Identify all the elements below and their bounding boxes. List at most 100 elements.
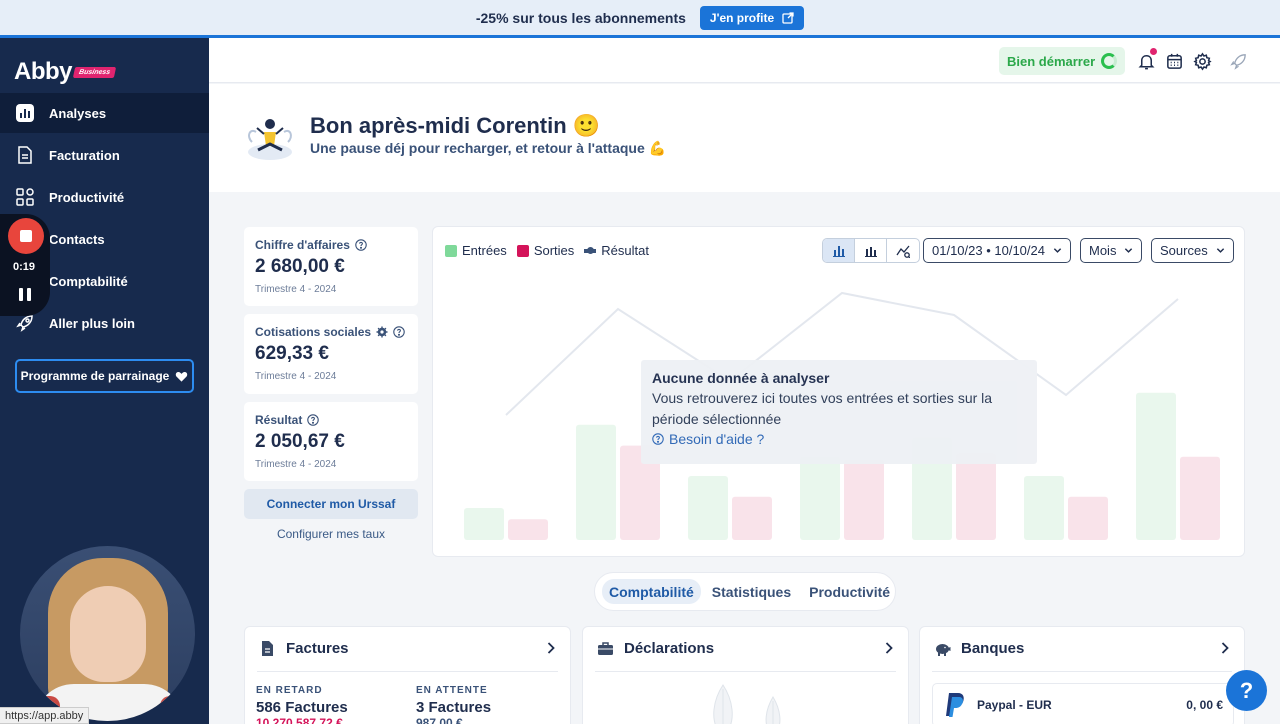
- meditation-illustration: [248, 119, 292, 160]
- bar-entrees: [800, 456, 840, 540]
- line-chart-view-button[interactable]: [887, 239, 919, 262]
- notification-dot: [1150, 48, 1157, 55]
- card-title: Banques: [961, 640, 1025, 657]
- declarations-card[interactable]: Déclarations: [582, 626, 909, 724]
- bar-entrees: [576, 424, 616, 540]
- pause-recording-button[interactable]: [17, 288, 33, 302]
- help-chat-button[interactable]: ?: [1226, 670, 1267, 711]
- connect-urssaf-button[interactable]: Connecter mon Urssaf: [244, 489, 418, 519]
- card-divider: [595, 671, 896, 672]
- chevron-right-icon: [885, 642, 893, 654]
- bar-chart-icon: [832, 245, 845, 257]
- paypal-icon: [946, 693, 964, 717]
- settings-button[interactable]: [1191, 50, 1213, 72]
- kpi-label: Résultat: [255, 413, 320, 427]
- chevron-down-icon: [1125, 248, 1133, 253]
- bar-chart-icon: [14, 102, 36, 124]
- referral-button[interactable]: Programme de parrainage: [15, 359, 194, 393]
- help-icon[interactable]: [307, 414, 320, 426]
- kpi-label-text: Chiffre d'affaires: [255, 238, 350, 252]
- help-icon[interactable]: [355, 239, 367, 251]
- gear-icon[interactable]: [376, 326, 388, 338]
- piggy-bank-icon: [936, 644, 951, 656]
- calendar-button[interactable]: [1163, 50, 1185, 72]
- bar-entrees: [464, 508, 504, 540]
- tab-statistiques[interactable]: Statistiques: [705, 579, 798, 604]
- empty-state-title: Aucune donnée à analyser: [652, 370, 830, 386]
- recording-widget: 0:19: [0, 214, 50, 316]
- help-link[interactable]: Besoin d'aide ?: [652, 431, 1026, 447]
- invoice-icon: [14, 144, 36, 166]
- legend-item-entrees[interactable]: Entrées: [445, 243, 507, 258]
- getting-started-button[interactable]: Bien démarrer: [999, 47, 1126, 75]
- legend-label: Résultat: [601, 243, 649, 258]
- sidebar-item-productivite[interactable]: Productivité: [0, 177, 209, 217]
- empty-state-text: Vous retrouverez ici toutes vos entrées …: [652, 390, 993, 427]
- help-icon: [652, 433, 664, 445]
- period-dropdown[interactable]: Mois: [1080, 238, 1143, 263]
- card-title: Factures: [286, 640, 349, 657]
- stacked-chart-view-button[interactable]: [855, 239, 887, 262]
- bar-entrees: [1136, 392, 1176, 540]
- kpi-card-social-contributions: Cotisations sociales 629,33 € Trimestre …: [244, 314, 418, 394]
- chart-legend: Entrées Sorties Résultat: [445, 243, 649, 258]
- kpi-label: Cotisations sociales: [255, 325, 405, 339]
- tab-productivite[interactable]: Productivité: [802, 579, 897, 604]
- top-bar: Bien démarrer: [209, 38, 1280, 83]
- date-range-value: 01/10/23 • 10/10/24: [932, 243, 1045, 258]
- late-count: 586 Factures: [256, 699, 348, 716]
- legend-label: Sorties: [533, 243, 575, 258]
- bank-account-row[interactable]: Paypal - EUR 0, 00 €: [932, 683, 1234, 724]
- bar-sorties: [1068, 496, 1108, 540]
- late-amount: 10 270 587,72 €: [256, 716, 343, 724]
- bar-sorties: [732, 496, 772, 540]
- banques-card[interactable]: Banques Paypal - EUR 0, 00 €: [919, 626, 1245, 724]
- tab-comptabilite[interactable]: Comptabilité: [602, 579, 701, 604]
- help-link-label: Besoin d'aide ?: [669, 431, 765, 447]
- card-title: Déclarations: [624, 640, 715, 657]
- stop-recording-button[interactable]: [8, 218, 44, 254]
- kpi-value: 629,33 €: [255, 343, 329, 364]
- line-chart-icon: [896, 245, 910, 258]
- bar-chart-view-button[interactable]: [823, 239, 855, 262]
- empty-state-message: Aucune donnée à analyser Vous retrouvere…: [641, 360, 1037, 464]
- factures-card[interactable]: Factures EN RETARD 586 Factures 10 270 5…: [244, 626, 571, 724]
- chevron-right-icon: [1221, 642, 1229, 654]
- status-bar-url: https://app.abby: [0, 707, 90, 724]
- pending-amount: 987,00 €: [416, 716, 463, 724]
- logo-badge: Business: [72, 66, 117, 78]
- date-range-dropdown[interactable]: 01/10/23 • 10/10/24: [923, 238, 1071, 263]
- help-icon[interactable]: [393, 326, 405, 338]
- logo[interactable]: Abby Business: [14, 58, 117, 86]
- launch-button[interactable]: [1227, 50, 1249, 72]
- card-divider: [932, 671, 1232, 672]
- period-value: Mois: [1089, 243, 1117, 258]
- chevron-down-icon: [1053, 248, 1062, 253]
- promo-cta-button[interactable]: J'en profite: [699, 6, 805, 30]
- configure-rates-link[interactable]: Configurer mes taux: [244, 527, 418, 541]
- promo-cta-label: J'en profite: [709, 11, 775, 25]
- sidebar-item-facturation[interactable]: Facturation: [0, 135, 209, 175]
- sidebar-item-label: Aller plus loin: [49, 315, 135, 331]
- sidebar-item-label: Productivité: [49, 189, 125, 205]
- sources-value: Sources: [1160, 243, 1208, 258]
- stop-icon: [20, 230, 32, 242]
- bar-sorties: [956, 453, 996, 540]
- promo-banner: -25% sur tous les abonnements J'en profi…: [0, 0, 1280, 36]
- sidebar-item-label: Contacts: [49, 231, 105, 247]
- chart-type-toggle: [822, 238, 920, 263]
- calendar-icon: [1166, 53, 1182, 69]
- bar-sorties: [844, 460, 884, 540]
- sources-dropdown[interactable]: Sources: [1151, 238, 1234, 263]
- kpi-period: Trimestre 4 - 2024: [255, 459, 337, 470]
- external-link-icon: [782, 12, 794, 24]
- sidebar-item-label: Facturation: [49, 147, 120, 163]
- legend-item-resultat[interactable]: Résultat: [584, 243, 649, 258]
- legend-swatch: [445, 244, 457, 257]
- chevron-right-icon: [547, 642, 555, 654]
- notifications-button[interactable]: [1135, 48, 1157, 72]
- kpi-label-text: Cotisations sociales: [255, 325, 372, 339]
- recording-timer: 0:19: [12, 261, 36, 273]
- sidebar-item-analyses[interactable]: Analyses: [0, 93, 209, 133]
- legend-item-sorties[interactable]: Sorties: [516, 243, 575, 258]
